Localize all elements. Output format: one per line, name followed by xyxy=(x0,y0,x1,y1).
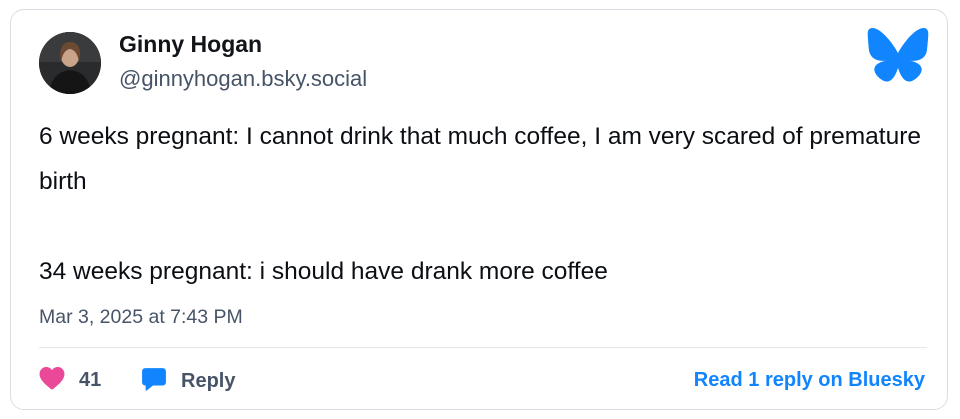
read-replies-link[interactable]: Read 1 reply on Bluesky xyxy=(694,369,925,392)
reply-button[interactable]: Reply xyxy=(141,366,235,397)
like-count: 41 xyxy=(79,369,102,391)
like-button[interactable]: 41 xyxy=(39,366,101,395)
reply-label: Reply xyxy=(181,370,236,392)
post-embed-card[interactable]: Ginny Hogan @ginnyhogan.bsky.social 6 we… xyxy=(10,9,948,410)
post-text: 6 weeks pregnant: I cannot drink that mu… xyxy=(39,114,929,294)
bluesky-butterfly-icon[interactable] xyxy=(867,27,929,82)
divider xyxy=(39,347,927,348)
post-text-line: 6 weeks pregnant: I cannot drink that mu… xyxy=(39,123,921,195)
heart-icon xyxy=(39,366,65,395)
speech-bubble-icon xyxy=(141,366,167,397)
post-timestamp[interactable]: Mar 3, 2025 at 7:43 PM xyxy=(39,306,243,329)
author-display-name[interactable]: Ginny Hogan xyxy=(119,31,262,58)
post-text-line: 34 weeks pregnant: i should have drank m… xyxy=(39,258,608,285)
avatar[interactable] xyxy=(39,32,101,94)
author-handle[interactable]: @ginnyhogan.bsky.social xyxy=(119,66,367,92)
